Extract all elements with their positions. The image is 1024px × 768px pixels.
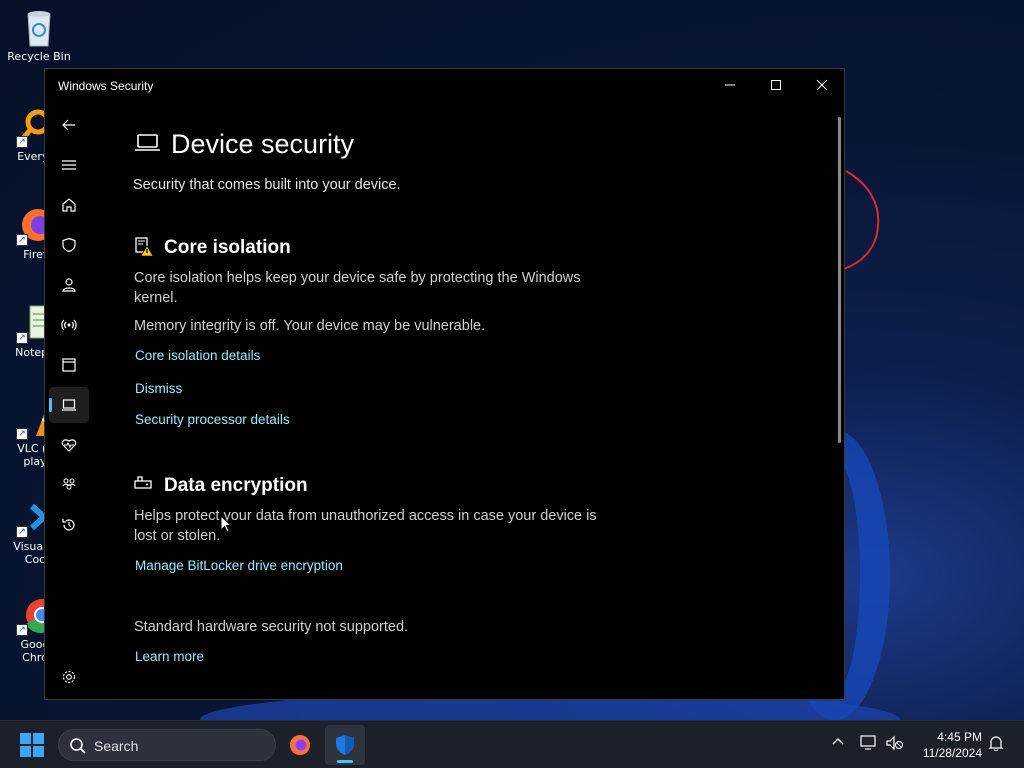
taskbar-firefox[interactable] [280, 725, 320, 765]
menu-button[interactable] [49, 147, 89, 183]
clock-time: 4:45 PM [937, 730, 982, 744]
search-label: Search [94, 738, 139, 754]
memory-integrity-status: Memory integrity is off. Your device may… [134, 318, 486, 334]
home-icon [62, 198, 76, 212]
device-security-icon [62, 399, 76, 411]
page-title: Device security [171, 129, 355, 159]
data-encryption-icon [134, 476, 152, 489]
taskbar-clock[interactable]: 4:45 PM 11/28/2024 [910, 729, 982, 761]
navigation-rail [45, 105, 93, 695]
desktop-icon-recycle-bin[interactable]: Recycle Bin [4, 8, 74, 63]
maximize-button[interactable] [753, 69, 799, 101]
app-browser-icon [62, 358, 76, 372]
settings-icon [62, 670, 76, 684]
windows-security-window: Windows Security Device security Securit… [44, 68, 845, 700]
shortcut-arrow-icon: ↗ [16, 428, 28, 440]
notification-bell-icon[interactable] [988, 735, 1004, 751]
desktop-icon-label: Recycle Bin [7, 50, 71, 63]
windows-logo-pane [20, 733, 31, 744]
maximize-icon [771, 80, 781, 90]
data-encryption-title: Data encryption [164, 475, 308, 496]
red-annotation-scribble [843, 170, 880, 270]
dismiss-link[interactable]: Dismiss [135, 381, 182, 396]
data-encryption-description: Helps protect your data from unauthorize… [134, 508, 597, 544]
nav-item-app-browser-control[interactable] [49, 347, 89, 383]
taskbar: Search 4:45 PM 11/28/2024 [0, 720, 1024, 768]
recycle-bin-icon [20, 8, 58, 47]
taskbar-windows-security[interactable] [325, 725, 365, 765]
security-processor-details-link[interactable]: Security processor details [135, 412, 290, 427]
nav-item-home[interactable] [49, 187, 89, 223]
shortcut-arrow-icon: ↗ [16, 332, 28, 344]
chevron-up-icon[interactable] [831, 735, 845, 749]
close-icon [816, 79, 828, 91]
core-isolation-description: Core isolation helps keep your device sa… [134, 270, 581, 306]
windows-logo-pane [33, 733, 44, 744]
nav-item-firewall[interactable] [49, 307, 89, 343]
nav-item-protection-history[interactable] [49, 507, 89, 543]
search-icon [70, 738, 86, 754]
core-isolation-warning-icon [135, 237, 154, 257]
title-bar[interactable]: Windows Security [45, 69, 844, 101]
nav-item-device-health[interactable] [49, 427, 89, 463]
back-button[interactable] [49, 107, 89, 143]
mouse-cursor-icon [220, 515, 232, 533]
history-icon [62, 519, 75, 531]
vertical-scrollbar[interactable] [838, 117, 841, 443]
clock-date: 11/28/2024 [922, 746, 982, 760]
display-icon[interactable] [860, 735, 878, 751]
shortcut-arrow-icon: ↗ [16, 234, 28, 246]
nav-item-account-protection[interactable] [49, 267, 89, 303]
manage-bitlocker-link[interactable]: Manage BitLocker drive encryption [135, 558, 343, 573]
back-arrow-icon [62, 119, 75, 131]
hamburger-menu-icon [62, 160, 76, 170]
nav-item-virus-protection[interactable] [49, 227, 89, 263]
windows-logo-pane [20, 746, 31, 757]
minimize-button[interactable] [707, 69, 753, 101]
hardware-security-status: Standard hardware security not supported… [134, 619, 409, 635]
firefox-icon [290, 735, 310, 755]
shortcut-arrow-icon: ↗ [16, 136, 28, 148]
start-button[interactable] [20, 733, 44, 757]
laptop-icon [135, 134, 160, 151]
core-isolation-details-link[interactable]: Core isolation details [135, 348, 260, 363]
speaker-muted-icon[interactable] [886, 735, 904, 751]
nav-item-family-options[interactable] [49, 467, 89, 503]
shield-icon [62, 237, 76, 253]
nav-item-settings[interactable] [49, 659, 89, 695]
account-icon [62, 278, 76, 292]
nav-item-device-security[interactable] [49, 387, 89, 423]
taskbar-search-box[interactable]: Search [58, 729, 276, 761]
core-isolation-title: Core isolation [164, 237, 291, 258]
network-icon [61, 319, 77, 331]
learn-more-link[interactable]: Learn more [135, 649, 204, 664]
window-title: Windows Security [58, 79, 154, 93]
minimize-icon [725, 84, 735, 86]
close-button[interactable] [799, 69, 845, 101]
page-subtitle: Security that comes built into your devi… [133, 177, 401, 193]
windows-security-shield-icon [336, 735, 354, 755]
device-health-icon [61, 439, 77, 452]
windows-logo-pane [33, 746, 44, 757]
shortcut-arrow-icon: ↗ [16, 526, 28, 538]
family-icon [62, 478, 76, 490]
shortcut-arrow-icon: ↗ [16, 624, 28, 636]
